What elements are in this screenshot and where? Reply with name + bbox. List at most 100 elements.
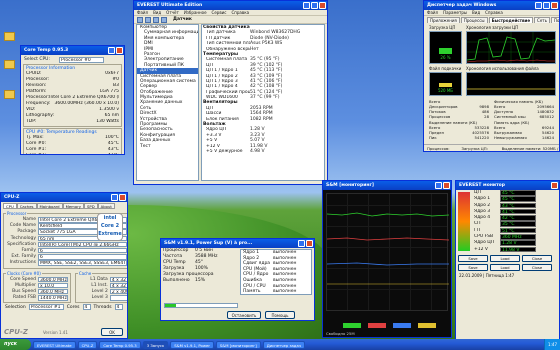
back-icon[interactable]: [137, 17, 143, 23]
everest-tree[interactable]: Компьютер Суммарная информация Имя компьют…: [136, 24, 199, 181]
taskbar-item[interactable]: Диспетчер задач: [262, 340, 306, 349]
processor-info-group: Processor Information CPUID: 0x6F7 Process…: [23, 64, 122, 127]
tab[interactable]: Mainboard: [36, 203, 63, 209]
tab[interactable]: Пользователи: [550, 17, 559, 23]
everest-window[interactable]: EVEREST Ultimate Edition Файл Вид Отчёт Изб…: [133, 0, 328, 185]
sensor-value: 11.98 V: [500, 246, 536, 252]
minimize-icon[interactable]: [535, 2, 542, 9]
coretemp-titlebar[interactable]: Core Temp 0.95.3: [21, 46, 124, 55]
stop-button[interactable]: Остановить: [227, 311, 261, 319]
threads-value: 4: [114, 304, 123, 311]
tab[interactable]: Сеть: [534, 17, 550, 23]
taskbar-item[interactable]: CPU-Z: [77, 340, 98, 349]
close-icon[interactable]: [119, 194, 126, 201]
sensor-button[interactable]: Load: [490, 254, 520, 262]
everest-sensor-list[interactable]: Свойства датчика Тип датчика Winbond W8362…: [201, 24, 325, 181]
taskmanager-window[interactable]: Диспетчер задач Windows Файл Параметры Вид…: [423, 0, 560, 152]
physical-memory-group: Физическая память (КБ) Всего 2095664 Доступ…: [494, 99, 554, 119]
menu-item[interactable]: Файл: [137, 10, 148, 15]
sensor-titlebar[interactable]: EVEREST монитор: [456, 181, 559, 190]
minimize-icon[interactable]: [435, 182, 442, 189]
folder-icon[interactable]: [4, 32, 15, 41]
tab[interactable]: SPD: [84, 203, 98, 209]
taskbar-item[interactable]: EVEREST Ultimate: [33, 340, 76, 349]
sensor-button[interactable]: Save: [458, 263, 488, 271]
tab[interactable]: Приложения: [427, 17, 460, 23]
taskbar-item[interactable]: 3 Запуск: [142, 340, 169, 349]
menu-item[interactable]: Избранное: [184, 10, 207, 15]
sensor-button[interactable]: Close: [522, 254, 552, 262]
menu-item[interactable]: Справка: [485, 10, 503, 15]
sm-titlebar[interactable]: S&M v1.9.1, Power Sup (V) à pro...: [161, 239, 314, 248]
sm-monitor-window[interactable]: S&M [мониторинг] Свободно 25М: [322, 180, 452, 338]
tab[interactable]: Memory: [62, 203, 85, 209]
cpuz-titlebar[interactable]: CPU-Z: [1, 193, 127, 202]
status-item: Процессов: 28: [427, 146, 450, 151]
close-icon[interactable]: [319, 2, 326, 9]
forward-icon[interactable]: [145, 17, 151, 23]
taskbar-item[interactable]: S&M [мониторинг]: [215, 340, 261, 349]
cpuz-window[interactable]: CPU-Z CPU Caches Mainboard Memory SPD About P…: [0, 192, 128, 339]
close-icon[interactable]: [551, 182, 558, 189]
everest-titlebar[interactable]: EVEREST Ultimate Edition: [134, 1, 327, 10]
everest-monitor-window[interactable]: EVEREST монитор ЦП 45 °C Ядро 1 45 °C Ядро 2…: [455, 180, 560, 340]
tree-item[interactable]: Тест: [137, 144, 198, 149]
stat-key: Пик: [429, 135, 437, 140]
menu-item[interactable]: Вид: [472, 10, 480, 15]
sensor-value: 360 MHz: [500, 234, 536, 240]
everest-toolbar: Датчик: [134, 16, 327, 24]
minimize-icon[interactable]: [111, 194, 118, 201]
menu-item[interactable]: Отчёт: [166, 10, 179, 15]
tab[interactable]: About: [97, 203, 115, 209]
menu-item[interactable]: Файл: [427, 10, 438, 15]
report-icon[interactable]: [161, 17, 167, 23]
tab[interactable]: Быстродействие: [488, 17, 534, 23]
legend-swatch: [393, 323, 411, 328]
temp-value: 41°C: [108, 153, 119, 154]
close-icon[interactable]: [443, 182, 450, 189]
tab[interactable]: CPU: [3, 203, 17, 209]
status-item: Загрузка ЦП: 26%: [461, 146, 488, 151]
sensor-row: +12 V 11.98 V: [472, 246, 559, 253]
clock-value: 360.0 MHz: [38, 288, 68, 295]
taskbar-item[interactable]: Core Temp 0.95.3: [99, 340, 141, 349]
folder-icon[interactable]: [4, 60, 15, 69]
processor-select[interactable]: Processor #1: [28, 304, 64, 311]
plot-titlebar[interactable]: S&M [мониторинг]: [323, 181, 451, 190]
close-icon[interactable]: [116, 47, 123, 54]
list-row[interactable]: +5 V дежурное 4.98 V: [202, 149, 324, 154]
taskbar-item[interactable]: S&M v1.9.1, Power: [170, 340, 214, 349]
sensor-button[interactable]: Save: [458, 254, 488, 262]
minimize-icon[interactable]: [303, 2, 310, 9]
tab[interactable]: Процессы: [460, 17, 488, 23]
maximize-icon[interactable]: [311, 2, 318, 9]
cpu-select[interactable]: Processor #0: [59, 57, 104, 63]
coretemp-window[interactable]: Core Temp 0.95.3 Select CPU: Processor #0…: [20, 45, 125, 155]
refresh-icon[interactable]: [153, 17, 159, 23]
minimize-icon[interactable]: [298, 240, 305, 247]
minimize-icon[interactable]: [108, 47, 115, 54]
folder-icon[interactable]: [4, 90, 15, 99]
help-button[interactable]: Помощь: [265, 311, 295, 319]
sensor-value: 1.28 V: [500, 240, 536, 246]
menu-item[interactable]: Сервис: [212, 10, 227, 15]
cpu-history-label: Хронология загрузки ЦП: [466, 25, 519, 30]
ok-button[interactable]: OK: [101, 328, 123, 336]
clock-row: Rated FSB 1440.0 MHz: [6, 295, 68, 301]
close-icon[interactable]: [306, 240, 313, 247]
sensor-button[interactable]: Load: [490, 263, 520, 271]
tree-item[interactable]: Суммарная информация: [137, 30, 198, 35]
menu-item[interactable]: Справка: [231, 10, 249, 15]
maximize-icon[interactable]: [543, 2, 550, 9]
taskmanager-titlebar[interactable]: Диспетчер задач Windows: [424, 1, 559, 10]
sm-window[interactable]: S&M v1.9.1, Power Sup (V) à pro... Проце…: [160, 238, 315, 321]
pagefile-history-graph: [466, 72, 556, 96]
close-icon[interactable]: [551, 2, 558, 9]
kernel-memory-group: Память ядра (КБ) Всего 69244 Выгружаемая 546…: [494, 120, 554, 140]
menu-item[interactable]: Вид: [153, 10, 161, 15]
sensor-button[interactable]: Close: [522, 263, 552, 271]
menu-item[interactable]: Параметры: [443, 10, 467, 15]
plot-status: Свободно 25М: [326, 331, 355, 336]
tab[interactable]: Caches: [16, 203, 37, 209]
start-button[interactable]: пуск: [0, 339, 31, 350]
